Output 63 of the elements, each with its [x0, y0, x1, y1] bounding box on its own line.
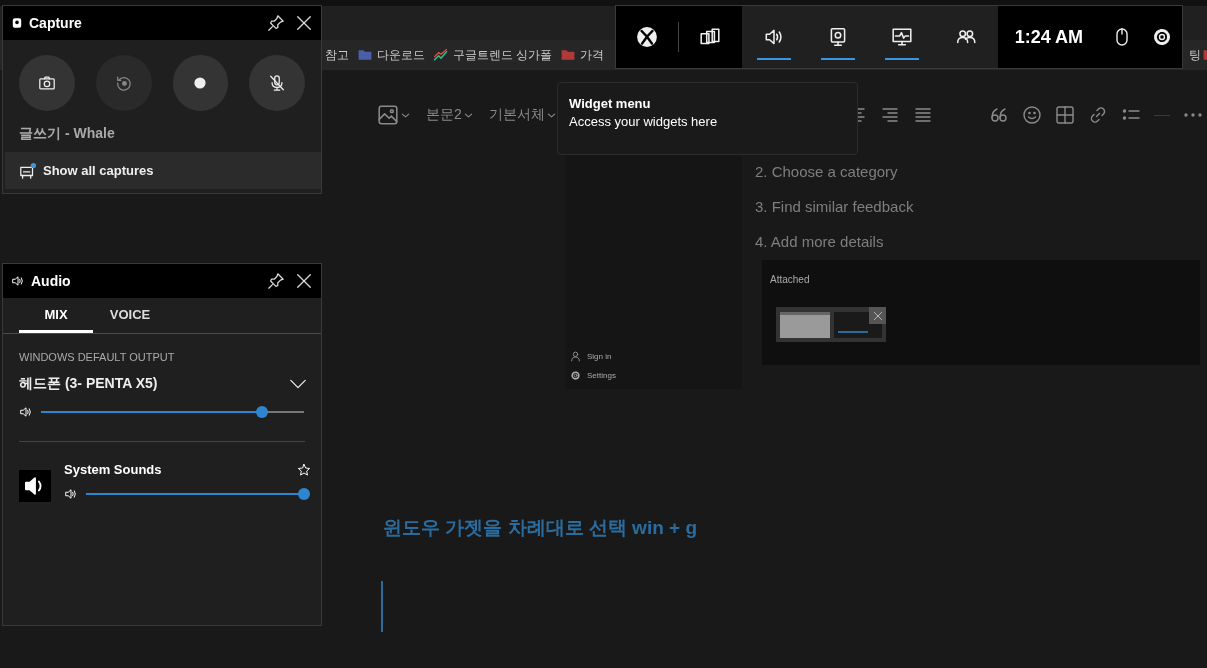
- smiley-icon[interactable]: [1022, 105, 1042, 125]
- chevron-down-icon: [463, 110, 473, 120]
- align-justify-icon[interactable]: [913, 105, 933, 125]
- xbox-logo-icon[interactable]: [636, 26, 658, 48]
- device-dropdown[interactable]: 헤드폰 (3- PENTA X5): [3, 365, 321, 393]
- app-name: 글쓰기 - Whale: [18, 124, 116, 143]
- bookmark-link[interactable]: 참고: [325, 46, 349, 64]
- camera-icon: [37, 74, 56, 92]
- section-label: WINDOWS DEFAULT OUTPUT: [18, 350, 176, 363]
- tooltip-text: Access your widgets here: [569, 114, 718, 129]
- slider-thumb[interactable]: [255, 406, 268, 418]
- tooltip-title: Widget menu: [569, 96, 651, 111]
- style-dropdown[interactable]: 기본서체: [488, 106, 556, 124]
- widget-title: Capture: [29, 15, 82, 31]
- heading-text: 윈도우 가젯을 차례대로 선택 win + g: [383, 516, 698, 540]
- close-icon: [295, 14, 313, 32]
- step-text: 2. Choose a category: [755, 163, 898, 180]
- remove-button[interactable]: [869, 307, 886, 324]
- attachment-title: Attached: [770, 274, 810, 285]
- align-right-icon[interactable]: [880, 105, 900, 125]
- link-icon[interactable]: [1088, 105, 1108, 125]
- pin-button[interactable]: [265, 12, 287, 34]
- close-icon: [871, 309, 884, 322]
- pin-icon: [267, 14, 285, 32]
- speaker-icon: [19, 405, 33, 419]
- sidebar-item[interactable]: Settings: [587, 371, 616, 380]
- mic-off-button[interactable]: [249, 55, 305, 111]
- quote-icon[interactable]: [989, 105, 1009, 125]
- slider-thumb[interactable]: [298, 488, 310, 500]
- style-dropdown[interactable]: 본문2: [426, 106, 473, 124]
- bookmark-link[interactable]: 팅: [1189, 46, 1207, 64]
- pin-button[interactable]: [265, 270, 287, 292]
- star-icon[interactable]: [297, 462, 311, 477]
- capture-widget-icon: [11, 17, 23, 29]
- sidebar-item[interactable]: Sign in: [587, 352, 612, 361]
- tab[interactable]: MIX: [19, 298, 93, 333]
- step-text: 3. Find similar feedback: [755, 198, 914, 215]
- app-name: System Sounds: [64, 462, 162, 477]
- table-icon[interactable]: [1055, 105, 1075, 125]
- trend-line-icon: [433, 47, 449, 63]
- speaker-icon: [64, 487, 78, 501]
- pin-icon: [267, 272, 285, 290]
- close-icon: [295, 272, 313, 290]
- widget-title: Audio: [31, 273, 71, 289]
- screenshot-button[interactable]: [19, 55, 75, 111]
- monitor-pulse-icon[interactable]: [890, 26, 913, 48]
- rewind-circle-icon: [114, 74, 133, 92]
- bookmark-link[interactable]: 구글트렌드 싱가폴: [433, 46, 553, 64]
- image-icon: [377, 104, 399, 126]
- bookmark-link[interactable]: 가격: [560, 46, 605, 64]
- text-cursor: [381, 581, 383, 632]
- settings-icon: [1152, 27, 1172, 47]
- tab[interactable]: VOICE: [93, 298, 167, 333]
- chevron-down-icon: [546, 110, 556, 120]
- bookmark-link[interactable]: 다운로드: [357, 46, 425, 64]
- microphone-muted-icon: [268, 74, 287, 92]
- show-captures-button[interactable]: Show all captures: [5, 152, 321, 189]
- chevron-down-icon: [401, 110, 410, 120]
- speaker-icon: [11, 274, 25, 288]
- clock-text: 1:24 AM: [1014, 26, 1083, 48]
- person-icon: [570, 351, 581, 362]
- image-dropdown[interactable]: [377, 104, 410, 126]
- step-text: 4. Add more details: [755, 233, 884, 250]
